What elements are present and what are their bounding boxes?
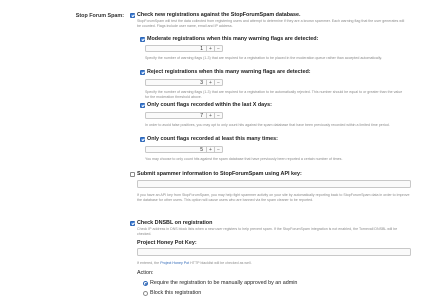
sfs-check-label: Check new registrations against the Stop… [137, 12, 301, 18]
minus-icon[interactable]: − [214, 113, 222, 119]
sfs-check-hint: StopForumSpam will test the data collect… [137, 19, 405, 28]
moderate-hint: Specify the number of warning flags (1-3… [145, 56, 383, 60]
recent-days-stepper[interactable]: 7 + − [145, 112, 223, 119]
moderate-label: Moderate registrations when this many wa… [147, 36, 319, 42]
dnsbl-label: Check DNSBL on registration [137, 220, 213, 226]
action-approve-row[interactable]: Require the registration to be manually … [143, 280, 297, 286]
submit-spammer-checkbox[interactable] [130, 171, 135, 177]
reject-row[interactable]: Reject registrations when this many warn… [140, 69, 311, 75]
recent-days-label: Only count flags recorded within the las… [147, 102, 272, 108]
dnsbl-hint: Check IP address in DNS block lists when… [137, 227, 398, 236]
recent-days-hint: In order to avoid false positives, you m… [145, 123, 390, 127]
sfs-check-checkbox[interactable] [130, 12, 135, 18]
moderate-value[interactable]: 1 [146, 46, 206, 52]
honeypot-hint-post: HTTP blacklist will be checked as well. [190, 261, 252, 265]
submit-spammer-row[interactable]: Submit spammer information to StopForumS… [130, 171, 302, 177]
submit-spammer-label: Submit spammer information to StopForumS… [137, 171, 302, 177]
honeypot-hint-pre: If entered, the [137, 261, 160, 265]
times-row[interactable]: Only count flags recorded at least this … [140, 136, 278, 142]
plus-icon[interactable]: + [206, 113, 214, 119]
action-block-label: Block this registration [150, 290, 202, 296]
action-block-radio[interactable] [143, 290, 148, 296]
honeypot-hint: If entered, the Project Honey Pot HTTP b… [137, 261, 411, 266]
project-honey-pot-link[interactable]: Project Honey Pot [160, 261, 189, 265]
times-value[interactable]: 5 [146, 147, 206, 153]
action-label: Action: [137, 270, 154, 276]
action-approve-label: Require the registration to be manually … [150, 280, 298, 286]
recent-days-value[interactable]: 7 [146, 113, 206, 119]
action-approve-radio[interactable] [143, 280, 148, 286]
recent-days-row[interactable]: Only count flags recorded within the las… [140, 102, 272, 108]
reject-hint: Specify the number of warning flags (1-3… [145, 90, 403, 99]
times-label: Only count flags recorded at least this … [147, 136, 278, 142]
minus-icon[interactable]: − [214, 80, 222, 86]
api-key-input[interactable] [137, 180, 411, 188]
moderate-stepper[interactable]: 1 + − [145, 45, 223, 52]
spam-settings-panel: Stop Forum Spam: Check new registrations… [0, 0, 421, 300]
plus-icon[interactable]: + [206, 46, 214, 52]
reject-checkbox[interactable] [140, 69, 145, 75]
reject-value[interactable]: 3 [146, 80, 206, 86]
action-block-row[interactable]: Block this registration [143, 290, 201, 296]
plus-icon[interactable]: + [206, 80, 214, 86]
moderate-checkbox[interactable] [140, 36, 145, 42]
reject-label: Reject registrations when this many warn… [147, 69, 311, 75]
times-stepper[interactable]: 5 + − [145, 146, 223, 153]
submit-spammer-hint: If you have an API key from StopForumSpa… [137, 193, 410, 202]
plus-icon[interactable]: + [206, 147, 214, 153]
minus-icon[interactable]: − [214, 46, 222, 52]
sfs-check-row[interactable]: Check new registrations against the Stop… [130, 12, 301, 18]
reject-stepper[interactable]: 3 + − [145, 79, 223, 86]
honeypot-label: Project Honey Pot Key: [137, 240, 197, 246]
dnsbl-row[interactable]: Check DNSBL on registration [130, 220, 212, 226]
dnsbl-checkbox[interactable] [130, 220, 135, 226]
moderate-row[interactable]: Moderate registrations when this many wa… [140, 36, 318, 42]
recent-days-checkbox[interactable] [140, 102, 145, 108]
section-label: Stop Forum Spam: [75, 13, 124, 19]
times-hint: You may choose to only count hits agains… [145, 157, 343, 161]
honeypot-key-input[interactable] [137, 248, 411, 256]
minus-icon[interactable]: − [214, 147, 222, 153]
times-checkbox[interactable] [140, 136, 145, 142]
